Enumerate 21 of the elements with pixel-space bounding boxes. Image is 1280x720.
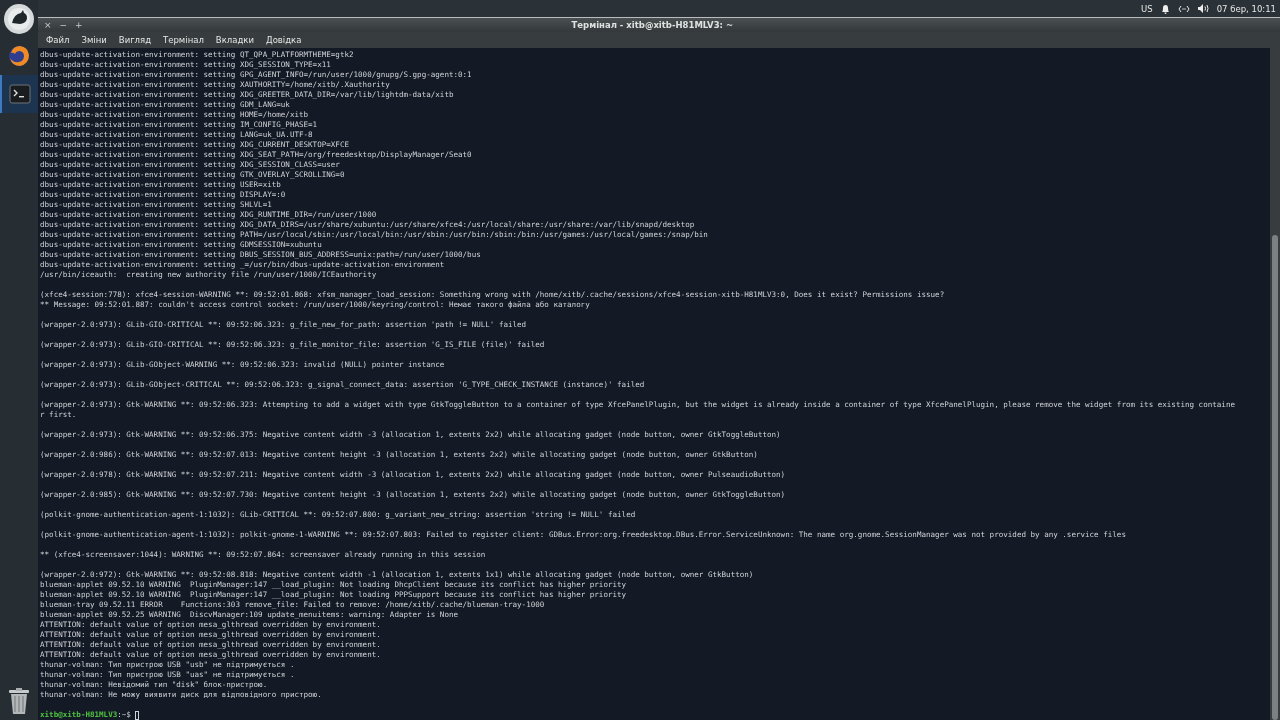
close-button[interactable]: × [42, 19, 54, 31]
trash-icon[interactable] [7, 687, 31, 715]
menu-item[interactable]: Довідка [260, 35, 308, 45]
clock[interactable]: 07 бер, 10:11 [1216, 3, 1276, 14]
menu-item[interactable]: Вигляд [112, 35, 158, 45]
keyboard-layout[interactable]: US [1141, 3, 1153, 14]
window-title: Термінал - xitb@xitb-H81MLV3: ~ [570, 20, 735, 30]
network-icon[interactable] [1177, 4, 1190, 13]
menu-item[interactable]: Зміни [75, 35, 113, 45]
minimize-button[interactable]: − [57, 19, 70, 31]
scrollbar-thumb[interactable] [1272, 235, 1278, 720]
menu-item[interactable]: Вкладки [209, 35, 260, 45]
volume-icon[interactable] [1197, 4, 1209, 13]
menu-item[interactable]: Термінал [157, 35, 210, 45]
maximize-button[interactable]: + [73, 19, 85, 31]
text-cursor [134, 710, 139, 720]
browser-icon[interactable] [8, 45, 30, 67]
scrollbar[interactable] [1270, 48, 1280, 720]
terminal-icon[interactable] [9, 84, 31, 104]
menu-item[interactable]: Файл [40, 35, 76, 45]
bell-icon[interactable] [1160, 3, 1170, 14]
